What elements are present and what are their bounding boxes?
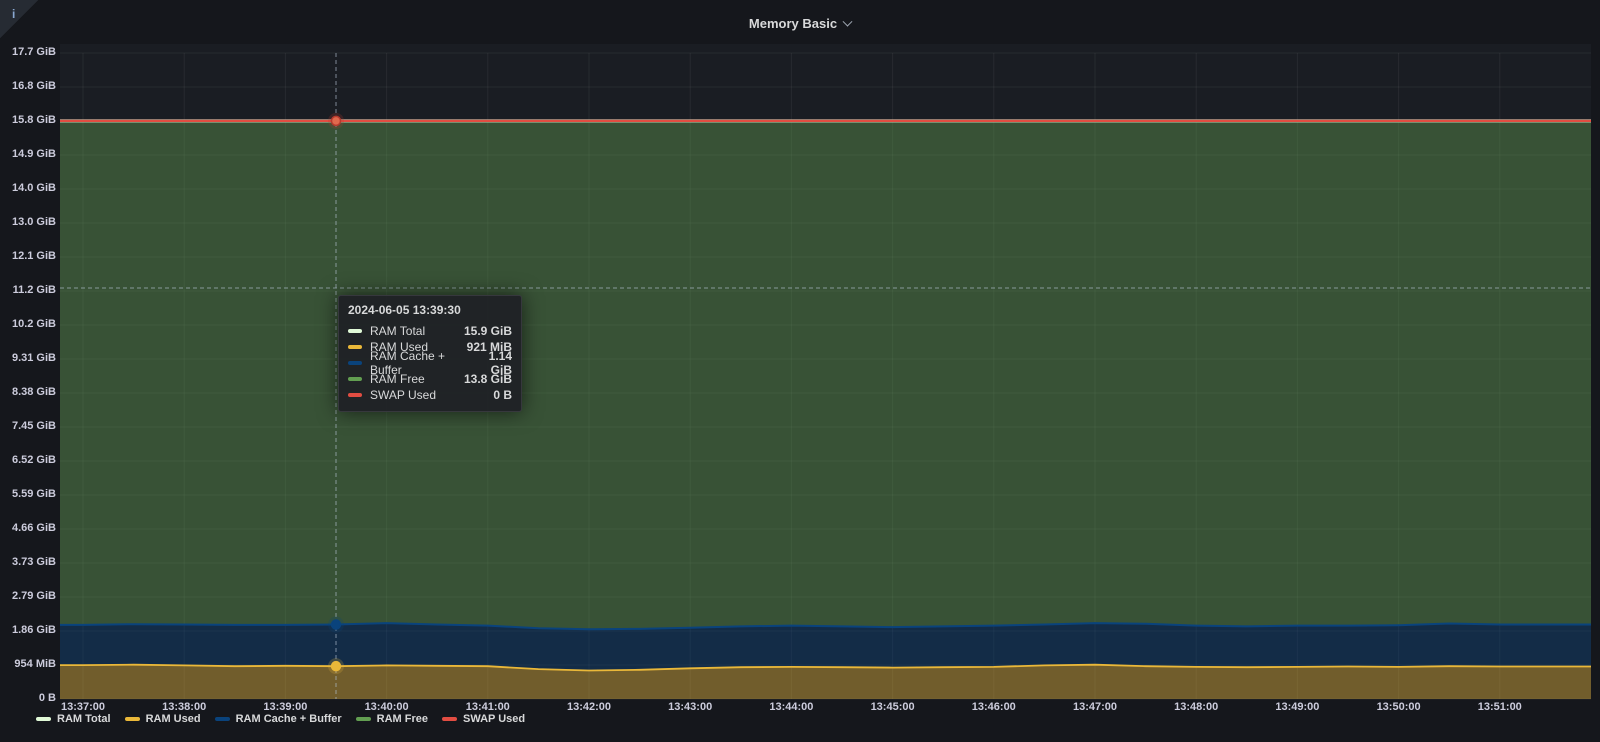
y-axis-label: 13.0 GiB xyxy=(0,216,56,228)
x-axis-label: 13:51:00 xyxy=(1460,701,1540,713)
y-axis-label: 11.2 GiB xyxy=(0,284,56,296)
y-axis-label: 16.8 GiB xyxy=(0,80,56,92)
x-axis-label: 13:41:00 xyxy=(448,701,528,713)
series-swatch-icon xyxy=(348,377,362,381)
legend-series-swatch xyxy=(125,717,140,721)
grafana-panel: i Memory Basic 17.7 GiB16.8 GiB15.8 GiB1… xyxy=(0,0,1600,742)
x-axis-label: 13:43:00 xyxy=(650,701,730,713)
x-axis-label: 13:50:00 xyxy=(1359,701,1439,713)
legend-item[interactable]: RAM Used xyxy=(125,713,201,725)
legend-series-label: SWAP Used xyxy=(463,713,525,725)
y-axis-label: 1.86 GiB xyxy=(0,624,56,636)
x-axis-label: 13:47:00 xyxy=(1055,701,1135,713)
y-axis-label: 7.45 GiB xyxy=(0,420,56,432)
series-swatch-icon xyxy=(348,361,362,365)
x-axis-label: 13:48:00 xyxy=(1156,701,1236,713)
tooltip-row: SWAP Used0 B xyxy=(348,387,512,403)
x-axis-label: 13:44:00 xyxy=(751,701,831,713)
legend-item[interactable]: RAM Total xyxy=(36,713,111,725)
legend-series-label: RAM Used xyxy=(146,713,201,725)
x-axis-label: 13:39:00 xyxy=(245,701,325,713)
area-ram-cache-buffer xyxy=(60,623,1591,670)
x-axis-label: 13:37:00 xyxy=(43,701,123,713)
y-axis-label: 14.9 GiB xyxy=(0,148,56,160)
graph-tooltip: 2024-06-05 13:39:30 RAM Total15.9 GiBRAM… xyxy=(338,295,522,412)
legend-series-label: RAM Free xyxy=(377,713,428,725)
tooltip-series-value: 13.8 GiB xyxy=(464,372,512,386)
tooltip-series-value: 15.9 GiB xyxy=(464,324,512,338)
y-axis-label: 3.73 GiB xyxy=(0,556,56,568)
tooltip-series-label: RAM Free xyxy=(370,372,464,386)
tooltip-series-label: SWAP Used xyxy=(370,388,493,402)
x-axis-label: 13:42:00 xyxy=(549,701,629,713)
legend-series-swatch xyxy=(215,717,230,721)
area-ram-free xyxy=(60,121,1591,629)
hover-point-ram-cache-buffer xyxy=(332,620,341,629)
y-axis-label: 15.8 GiB xyxy=(0,114,56,126)
legend-series-swatch xyxy=(442,717,457,721)
tooltip-row: RAM Cache + Buffer1.14 GiB xyxy=(348,355,512,371)
legend-series-swatch xyxy=(356,717,371,721)
y-axis-label: 5.59 GiB xyxy=(0,488,56,500)
y-axis-label: 2.79 GiB xyxy=(0,590,56,602)
hover-point-swap-used xyxy=(332,116,341,125)
x-axis-label: 13:38:00 xyxy=(144,701,224,713)
legend-item[interactable]: RAM Cache + Buffer xyxy=(215,713,342,725)
series-swatch-icon xyxy=(348,345,362,349)
y-axis-label: 14.0 GiB xyxy=(0,182,56,194)
hover-point-ram-used xyxy=(332,662,341,671)
tooltip-row: RAM Free13.8 GiB xyxy=(348,371,512,387)
y-axis-label: 4.66 GiB xyxy=(0,522,56,534)
tooltip-series-label: RAM Total xyxy=(370,324,464,338)
y-axis-label: 17.7 GiB xyxy=(0,46,56,58)
series-swatch-icon xyxy=(348,393,362,397)
legend-series-label: RAM Total xyxy=(57,713,111,725)
y-axis-label: 8.38 GiB xyxy=(0,386,56,398)
y-axis-label: 12.1 GiB xyxy=(0,250,56,262)
y-axis-label: 6.52 GiB xyxy=(0,454,56,466)
y-axis-label: 10.2 GiB xyxy=(0,318,56,330)
memory-chart[interactable] xyxy=(0,0,1600,742)
legend-item[interactable]: RAM Free xyxy=(356,713,428,725)
x-axis-label: 13:45:00 xyxy=(853,701,933,713)
tooltip-row: RAM Total15.9 GiB xyxy=(348,323,512,339)
legend-series-swatch xyxy=(36,717,51,721)
x-axis-label: 13:46:00 xyxy=(954,701,1034,713)
y-axis-label: 9.31 GiB xyxy=(0,352,56,364)
legend-item[interactable]: SWAP Used xyxy=(442,713,525,725)
tooltip-timestamp: 2024-06-05 13:39:30 xyxy=(348,303,512,317)
legend-series-label: RAM Cache + Buffer xyxy=(236,713,342,725)
x-axis-label: 13:40:00 xyxy=(347,701,427,713)
x-axis-label: 13:49:00 xyxy=(1257,701,1337,713)
tooltip-series-value: 0 B xyxy=(493,388,512,402)
chart-legend: RAM Total RAM Used RAM Cache + Buffer RAM F… xyxy=(36,713,525,725)
y-axis-label: 954 MiB xyxy=(0,658,56,670)
area-ram-used xyxy=(60,665,1591,699)
series-swatch-icon xyxy=(348,329,362,333)
